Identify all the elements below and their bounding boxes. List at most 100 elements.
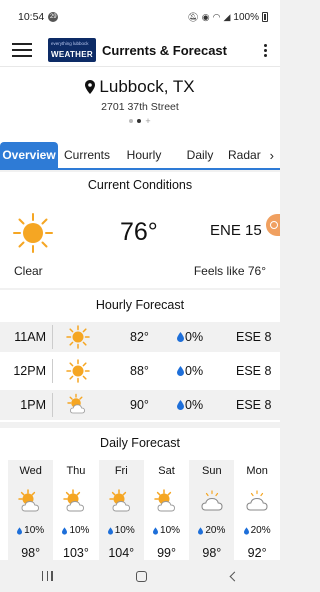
hour-wind: ESE 8 <box>236 364 272 378</box>
mute-icon: 🔕︎ <box>187 11 199 22</box>
day-column[interactable]: Fri 10% 104° <box>98 460 144 560</box>
add-location-icon[interactable]: + <box>145 117 150 126</box>
day-precip-value: 10% <box>24 525 45 536</box>
status-icons: 🔕︎ ◉ ◠ ◢ 100% <box>187 12 268 23</box>
day-precip: 10% <box>144 525 189 536</box>
day-precip: 20% <box>189 525 234 536</box>
raindrop-icon <box>107 526 113 535</box>
back-icon[interactable] <box>229 571 240 581</box>
chevron-right-icon[interactable]: › <box>270 142 280 168</box>
day-column[interactable]: Thu 10% 103° <box>53 460 98 560</box>
day-high: 103° <box>63 546 89 560</box>
map-pin-icon <box>85 80 96 94</box>
logo-tagline: everything lubbock <box>51 41 89 46</box>
hourly-row[interactable]: 1PM 90° 0% ESE 8 <box>0 390 280 420</box>
notification-badge: 29 <box>48 12 59 22</box>
feels-like-text: Feels like 76° <box>193 264 266 278</box>
day-precip-value: 10% <box>69 525 90 536</box>
day-precip: 10% <box>99 525 144 536</box>
current-temperature: 76° <box>120 218 158 246</box>
divider <box>52 393 53 417</box>
hour-time: 1PM <box>20 398 46 412</box>
raindrop-icon <box>17 526 23 535</box>
day-name: Mon <box>246 465 268 477</box>
partly-cloudy-icon <box>67 393 85 414</box>
day-name: Wed <box>19 465 42 477</box>
menu-icon[interactable] <box>12 43 32 57</box>
raindrop-icon <box>177 366 184 376</box>
battery-icon <box>262 12 268 22</box>
location-city: Lubbock, TX <box>99 77 195 96</box>
partly-cloudy-icon <box>154 489 175 512</box>
wifi-icon: ◠ <box>212 11 221 22</box>
pager-dot[interactable] <box>129 119 134 123</box>
location-address: 2701 37th Street <box>101 101 179 113</box>
more-options-icon[interactable] <box>264 43 268 57</box>
hour-wind: ESE 8 <box>236 398 272 412</box>
cloudy-icon <box>201 490 223 511</box>
hour-temperature: 90° <box>130 398 149 412</box>
page-title: Currents & Forecast <box>102 42 227 58</box>
day-precip-value: 20% <box>205 525 226 536</box>
tab-overview[interactable]: Overview <box>0 142 58 168</box>
divider <box>52 325 53 349</box>
raindrop-icon <box>177 400 184 410</box>
hour-temperature: 88° <box>130 364 149 378</box>
day-precip: 10% <box>8 525 53 536</box>
day-high: 98° <box>202 546 222 560</box>
tab-daily[interactable]: Daily <box>172 142 228 168</box>
divider <box>52 359 53 383</box>
location-header[interactable]: Lubbock, TX 2701 37th Street + <box>0 66 280 142</box>
day-precip-value: 10% <box>114 525 135 536</box>
signal-icon: ◢ <box>223 11 231 22</box>
app-bar: everything lubbock WEATHER Currents & Fo… <box>0 34 280 66</box>
hourly-forecast-title: Hourly Forecast <box>95 298 185 312</box>
hourly-row[interactable]: 11AM 82° 0% ESE 8 <box>0 322 280 352</box>
pager-dot-active[interactable] <box>137 119 142 123</box>
hour-precip: 0% <box>185 330 204 344</box>
sun-icon <box>66 325 90 349</box>
day-high: 92° <box>247 546 267 560</box>
location-pager[interactable]: + <box>0 117 280 126</box>
daily-forecast-card[interactable]: Daily Forecast Wed 10% 98° Thu 10% 103° … <box>0 428 280 560</box>
raindrop-icon <box>243 526 249 535</box>
hour-precip: 0% <box>185 398 204 412</box>
day-high: 98° <box>21 546 41 560</box>
tab-radar[interactable]: Radar <box>228 142 266 168</box>
app-logo: everything lubbock WEATHER <box>48 38 96 62</box>
day-name: Fri <box>114 465 128 477</box>
hour-wind: ESE 8 <box>236 330 272 344</box>
day-precip-value: 20% <box>250 525 271 536</box>
current-wind: ENE 15 <box>210 222 262 239</box>
day-name: Thu <box>66 465 86 477</box>
current-conditions-card[interactable]: Current Conditions 76° ENE 15 Clear Feel… <box>0 172 280 288</box>
hour-precip: 0% <box>185 364 204 378</box>
day-column[interactable]: Wed 10% 98° <box>8 460 54 560</box>
hourly-row[interactable]: 12PM 88° 0% ESE 8 <box>0 356 280 386</box>
day-column[interactable]: Mon 20% 92° <box>234 460 279 560</box>
raindrop-icon <box>198 526 204 535</box>
home-icon[interactable] <box>136 570 148 582</box>
raindrop-icon <box>62 526 68 535</box>
tab-currents[interactable]: Currents <box>58 142 116 168</box>
day-column[interactable]: Sun 20% 98° <box>189 460 235 560</box>
daily-forecast-list: Wed 10% 98° Thu 10% 103° Fri 10% 104° Sa… <box>8 460 280 560</box>
tab-bar: Overview Currents Hourly Daily Radar › <box>0 142 280 170</box>
logo-wordmark: WEATHER <box>51 50 93 59</box>
raindrop-icon <box>177 332 184 342</box>
partly-cloudy-icon <box>63 489 85 512</box>
hour-time: 11AM <box>14 330 46 344</box>
sun-icon <box>13 213 53 253</box>
partly-cloudy-icon <box>18 489 39 512</box>
recent-apps-icon[interactable] <box>41 571 53 581</box>
day-column[interactable]: Sat 10% 99° <box>144 460 189 560</box>
day-high: 104° <box>108 546 135 560</box>
day-precip-value: 10% <box>160 525 181 536</box>
hour-time: 12PM <box>13 364 46 378</box>
status-time: 10:54 <box>18 11 45 23</box>
sun-icon <box>66 359 90 383</box>
status-bar: 10:54 29 🔕︎ ◉ ◠ ◢ 100% <box>0 0 280 34</box>
battery-percent: 100% <box>233 11 259 23</box>
tab-hourly[interactable]: Hourly <box>116 142 172 168</box>
hourly-forecast-card[interactable]: Hourly Forecast 11AM 82° 0% ESE 8 12PM 8… <box>0 290 280 422</box>
